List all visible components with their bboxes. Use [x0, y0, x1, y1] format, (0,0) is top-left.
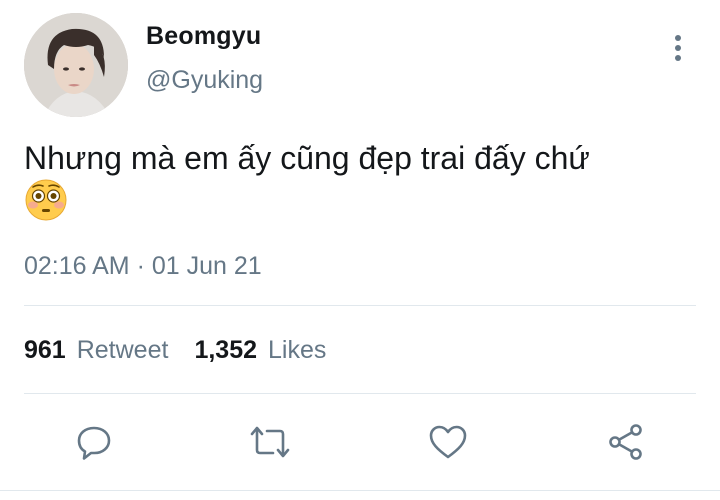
reply-button[interactable] — [72, 420, 116, 464]
like-button[interactable] — [426, 420, 470, 464]
heart-icon — [429, 425, 467, 459]
retweet-stat[interactable]: 961 Retweet — [24, 336, 168, 365]
more-options-icon[interactable] — [666, 32, 690, 64]
display-name[interactable]: Beomgyu — [146, 22, 261, 51]
retweet-button[interactable] — [248, 420, 292, 464]
like-label: Likes — [268, 336, 327, 364]
user-handle[interactable]: @Gyuking — [146, 66, 263, 95]
share-button[interactable] — [604, 420, 648, 464]
tweet-timestamp[interactable]: 02:16 AM · 01 Jun 21 — [24, 252, 262, 281]
tweet-detail: Beomgyu @Gyuking Nhưng mà em ấy cũng đẹp… — [0, 0, 720, 500]
share-icon — [609, 424, 642, 460]
tweet-stats: 961 Retweet 1,352 Likes — [24, 336, 326, 365]
avatar[interactable] — [24, 13, 128, 117]
profile-photo-icon — [24, 13, 128, 117]
flushed-face-emoji-icon — [24, 178, 68, 222]
like-count: 1,352 — [194, 336, 257, 364]
divider — [24, 393, 696, 394]
retweet-label: Retweet — [76, 336, 169, 364]
retweet-icon — [250, 426, 290, 458]
reply-icon — [77, 426, 111, 460]
divider — [24, 305, 696, 306]
retweet-count: 961 — [24, 336, 66, 364]
divider — [0, 490, 720, 491]
like-stat[interactable]: 1,352 Likes — [194, 336, 326, 365]
tweet-text: Nhưng mà em ấy cũng đẹp trai đấy chứ — [24, 140, 590, 176]
